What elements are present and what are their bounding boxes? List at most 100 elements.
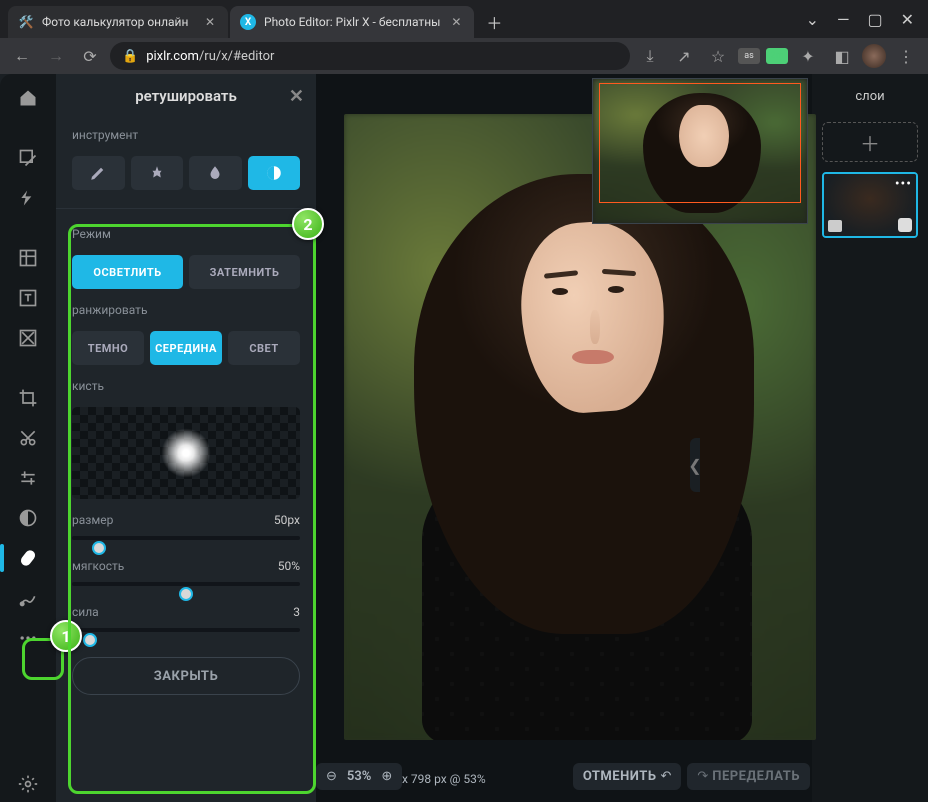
maximize-icon[interactable]: ▢ — [867, 10, 882, 29]
navigator-viewport[interactable] — [599, 83, 801, 203]
slider-strength: сила 3 — [72, 605, 300, 637]
softness-slider[interactable] — [72, 577, 300, 591]
star-icon[interactable]: ☆ — [704, 42, 732, 70]
url-text: pixlr.com/ru/x/#editor — [146, 49, 274, 64]
layers-panel: слои ＋ ••• — [812, 74, 928, 802]
close-tool-button[interactable]: ЗАКРЫТЬ — [72, 657, 300, 695]
text-tool[interactable] — [8, 280, 48, 316]
minimize-icon[interactable]: ― — [837, 10, 850, 29]
slider-size: размер50px — [72, 513, 300, 545]
zoom-value[interactable]: 53% — [341, 769, 377, 784]
sidepanel-icon[interactable]: ◧ — [828, 42, 856, 70]
instrument-heal[interactable] — [72, 156, 125, 190]
cutout-tool[interactable] — [8, 420, 48, 456]
more-tools[interactable] — [8, 620, 48, 656]
browser-tab-1[interactable]: 🛠️ Фото калькулятор онлайн ✕ — [8, 6, 228, 38]
mode-lighten[interactable]: ОСВЕТЛИТЬ — [72, 255, 183, 289]
bottom-bar: ⊖ 53% ⊕ ОТМЕНИТЬ ↶ ↷ ПЕРЕДЕЛАТЬ — [316, 756, 810, 796]
zoom-out-button[interactable]: ⊖ — [326, 769, 337, 784]
instrument-label: инструмент — [72, 128, 300, 142]
extension-2m-icon[interactable]: 2m — [766, 48, 788, 64]
profile-avatar[interactable] — [862, 44, 886, 68]
navigator-panel[interactable] — [592, 78, 808, 224]
strength-label: сила — [72, 605, 99, 619]
tab-2-title: Photo Editor: Pixlr X - бесплатны — [264, 15, 440, 29]
forward-button[interactable]: → — [42, 42, 70, 70]
range-label: ранжировать — [72, 303, 300, 317]
new-tab-button[interactable]: ＋ — [480, 8, 508, 36]
callout-badge-2: 2 — [292, 208, 324, 240]
home-button[interactable] — [8, 80, 48, 116]
instrument-clone[interactable] — [131, 156, 184, 190]
close-icon[interactable]: ✕ — [448, 14, 464, 30]
editor-app: ретушировать ✕ инструмент Режим ОСВЕТЛИТ… — [0, 74, 928, 802]
element-tool[interactable] — [8, 320, 48, 356]
reload-button[interactable]: ⟳ — [76, 42, 104, 70]
undo-button[interactable]: ОТМЕНИТЬ ↶ — [573, 763, 682, 790]
window-controls: ⌄ ― ▢ ✕ — [792, 0, 928, 38]
browser-toolbar: ← → ⟳ 🔒 pixlr.com/ru/x/#editor ⤓ ↗ ☆ as … — [0, 38, 928, 74]
kebab-menu-icon[interactable]: ⋮ — [892, 42, 920, 70]
extensions-icon[interactable]: ✦ — [794, 42, 822, 70]
mode-group: ОСВЕТЛИТЬ ЗАТЕМНИТЬ — [72, 255, 300, 289]
tab-strip: 🛠️ Фото калькулятор онлайн ✕ X Photo Edi… — [0, 0, 792, 38]
back-button[interactable]: ← — [8, 42, 36, 70]
redo-icon: ↷ — [697, 769, 708, 784]
arrange-tool[interactable] — [8, 140, 48, 176]
instrument-blur[interactable] — [189, 156, 242, 190]
browser-titlebar: 🛠️ Фото калькулятор онлайн ✕ X Photo Edi… — [0, 0, 928, 38]
close-panel-button[interactable]: ✕ — [289, 86, 304, 107]
mode-darken[interactable]: ЗАТЕМНИТЬ — [189, 255, 300, 289]
strength-slider[interactable] — [72, 623, 300, 637]
zoom-controls: ⊖ 53% ⊕ — [316, 763, 402, 790]
panel-header: ретушировать ✕ — [56, 74, 316, 118]
image-icon — [828, 220, 842, 232]
mode-label: Режим — [72, 227, 300, 241]
layers-title: слои — [855, 74, 884, 118]
canvas-area[interactable]: 1200 x 798 px @ 53% ❮ — [316, 74, 812, 802]
undo-icon: ↶ — [660, 769, 671, 784]
lock-icon: 🔒 — [122, 49, 138, 64]
instrument-group — [72, 156, 300, 190]
extension-lastfm-icon[interactable]: as — [738, 48, 760, 64]
settings-button[interactable] — [8, 766, 48, 802]
share-icon[interactable]: ↗ — [670, 42, 698, 70]
close-window-icon[interactable]: ✕ — [901, 10, 914, 29]
zoom-in-button[interactable]: ⊕ — [381, 769, 392, 784]
callout-badge-1: 1 — [50, 620, 82, 652]
retouch-tool[interactable] — [8, 540, 48, 576]
tab-1-title: Фото калькулятор онлайн — [42, 15, 194, 29]
browser-tab-2[interactable]: X Photo Editor: Pixlr X - бесплатны ✕ — [230, 6, 474, 38]
range-group: ТЕМНО СЕРЕДИНА СВЕТ — [72, 331, 300, 365]
brush-preview[interactable] — [72, 407, 300, 499]
panel-title: ретушировать — [135, 87, 237, 105]
instrument-dodge-burn[interactable] — [248, 156, 301, 190]
layer-menu-icon[interactable]: ••• — [895, 176, 912, 192]
draw-tool[interactable] — [8, 580, 48, 616]
install-icon[interactable]: ⤓ — [636, 42, 664, 70]
slider-softness: мягкость50% — [72, 559, 300, 591]
properties-panel: ретушировать ✕ инструмент Режим ОСВЕТЛИТ… — [56, 74, 316, 802]
range-light[interactable]: СВЕТ — [228, 331, 300, 365]
ai-tool[interactable] — [8, 180, 48, 216]
softness-value: 50% — [278, 559, 300, 573]
adjust-tool[interactable] — [8, 460, 48, 496]
size-slider[interactable] — [72, 531, 300, 545]
brush-label: кисть — [72, 379, 300, 393]
add-layer-button[interactable]: ＋ — [822, 122, 918, 162]
redo-button[interactable]: ↷ ПЕРЕДЕЛАТЬ — [687, 763, 810, 790]
address-bar[interactable]: 🔒 pixlr.com/ru/x/#editor — [110, 42, 630, 70]
range-mid[interactable]: СЕРЕДИНА — [150, 331, 222, 365]
expand-layers-handle[interactable]: ❮ — [690, 438, 700, 492]
size-label: размер — [72, 513, 113, 527]
strength-value: 3 — [293, 605, 300, 619]
pixlr-icon: X — [240, 14, 256, 30]
tool-sidebar — [0, 74, 56, 802]
chevron-down-icon[interactable]: ⌄ — [806, 10, 819, 29]
liquify-tool[interactable] — [8, 500, 48, 536]
layout-tool[interactable] — [8, 240, 48, 276]
close-icon[interactable]: ✕ — [202, 14, 218, 30]
layer-thumb-0[interactable]: ••• — [822, 172, 918, 238]
range-dark[interactable]: ТЕМНО — [72, 331, 144, 365]
crop-tool[interactable] — [8, 380, 48, 416]
